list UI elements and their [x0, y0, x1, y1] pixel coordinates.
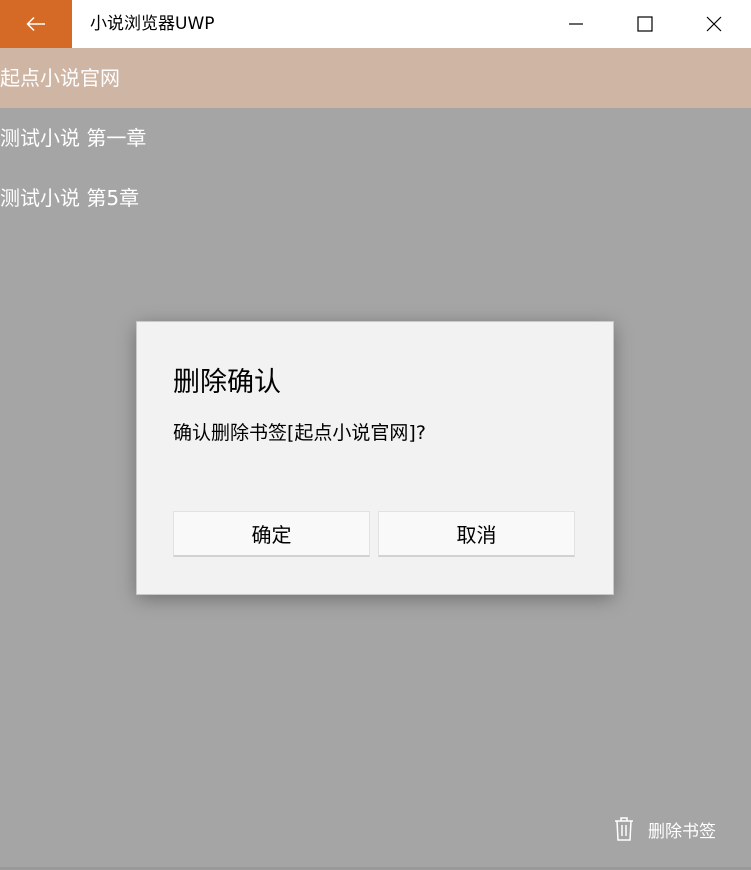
- back-arrow-icon: [26, 16, 45, 32]
- app-window: 小说浏览器UWP 起点小说官网 测试小说 第一章 测试小说 第5章 删除书签 删…: [0, 0, 751, 870]
- bookmark-item[interactable]: 测试小说 第5章: [0, 168, 751, 228]
- close-button[interactable]: [691, 0, 737, 48]
- bookmark-item-label: 测试小说 第5章: [0, 186, 140, 210]
- delete-bookmark-button[interactable]: 删除书签: [612, 812, 716, 846]
- cancel-button[interactable]: 取消: [378, 511, 575, 557]
- app-title: 小说浏览器UWP: [90, 14, 215, 34]
- confirm-button[interactable]: 确定: [173, 511, 370, 557]
- maximize-icon: [637, 16, 653, 32]
- back-button[interactable]: [0, 0, 72, 48]
- confirm-dialog: 删除确认 确认删除书签[起点小说官网]? 确定 取消: [136, 321, 614, 595]
- bookmark-item-label: 起点小说官网: [0, 66, 120, 90]
- close-icon: [706, 16, 722, 32]
- delete-bookmark-label: 删除书签: [648, 821, 716, 842]
- bookmark-item-label: 测试小说 第一章: [0, 126, 147, 150]
- dialog-title: 删除确认: [173, 367, 281, 398]
- minimize-icon: [569, 23, 583, 25]
- maximize-button[interactable]: [622, 0, 668, 48]
- trash-icon: [615, 817, 633, 841]
- title-bar: 小说浏览器UWP: [0, 0, 751, 48]
- minimize-button[interactable]: [553, 0, 599, 48]
- dialog-message: 确认删除书签[起点小说官网]?: [173, 422, 426, 444]
- bookmark-item[interactable]: 测试小说 第一章: [0, 108, 751, 168]
- bookmark-item[interactable]: 起点小说官网: [0, 48, 751, 108]
